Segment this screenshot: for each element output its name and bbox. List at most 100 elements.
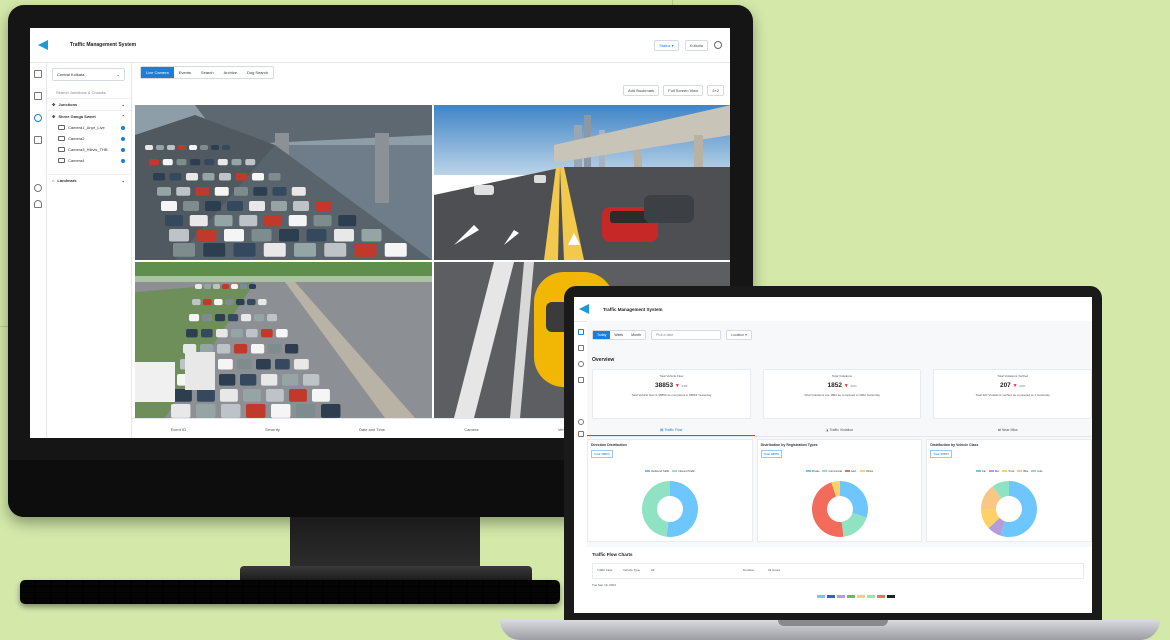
legend-label: Govt. bbox=[850, 470, 857, 473]
vehicle-shape bbox=[249, 201, 265, 211]
legend-swatch bbox=[644, 470, 650, 472]
chevron-down-icon: ⌄ bbox=[121, 102, 125, 107]
legend-swatch bbox=[867, 595, 875, 598]
vehicle-shape bbox=[178, 145, 186, 150]
vehicle-shape bbox=[266, 389, 284, 402]
donut-slice[interactable] bbox=[841, 513, 867, 537]
list-icon[interactable] bbox=[577, 377, 584, 383]
tab-month[interactable]: Month bbox=[627, 331, 645, 339]
camera-item[interactable]: Camera1_Anpr_Live bbox=[46, 122, 131, 133]
vehicle-shape bbox=[186, 173, 198, 181]
legend-label: Inbound Traffic bbox=[678, 470, 695, 473]
legend-item[interactable]: Bus bbox=[988, 470, 999, 473]
legend-item[interactable]: Car bbox=[975, 470, 986, 473]
column-header[interactable]: Date and Time bbox=[359, 427, 385, 432]
tab-dog-search[interactable]: Dog Search bbox=[242, 67, 273, 78]
users-icon[interactable] bbox=[577, 431, 584, 437]
column-header[interactable]: Event ID bbox=[171, 427, 186, 432]
chart-legend: Car Bus Truck Bike Auto bbox=[927, 470, 1091, 473]
summary-cards: Total Vehicle Flow 38853 ▼ 31% Total Veh… bbox=[592, 369, 1092, 419]
camera-feed-2[interactable] bbox=[434, 105, 730, 260]
legend-item[interactable]: Private bbox=[805, 470, 820, 473]
dashboard-icon[interactable] bbox=[34, 70, 42, 78]
tab-archive[interactable]: Archive bbox=[219, 67, 242, 78]
legend-swatch bbox=[827, 595, 835, 598]
history-icon[interactable] bbox=[34, 184, 42, 192]
donut-slice[interactable] bbox=[666, 481, 698, 537]
legend-item[interactable]: Others bbox=[859, 470, 874, 473]
reports-icon[interactable] bbox=[34, 92, 42, 100]
duration-select[interactable]: 24 Hours bbox=[768, 568, 780, 572]
reports-icon[interactable] bbox=[577, 345, 584, 351]
vehicle-shape bbox=[246, 329, 258, 338]
vehicle-shape bbox=[222, 284, 229, 289]
full-screen-button[interactable]: Full Screen View bbox=[663, 85, 704, 96]
tab-near-miss[interactable]: ⇄ Near Miss bbox=[924, 424, 1092, 436]
legend-item[interactable]: Truck bbox=[1002, 470, 1014, 473]
add-bookmark-button[interactable]: Add Bookmark bbox=[623, 85, 660, 96]
camera-item[interactable]: Camera3_Hikvis_THB bbox=[46, 144, 131, 155]
legend-label: Others bbox=[865, 470, 874, 473]
vehicle-shape bbox=[268, 344, 282, 354]
tab-search[interactable]: Search bbox=[196, 67, 219, 78]
column-header[interactable]: Camera bbox=[464, 427, 478, 432]
location-select[interactable]: Central Kolkata ⌄ bbox=[52, 68, 125, 81]
camera-item[interactable]: Camera2 bbox=[46, 133, 131, 144]
camera-icon[interactable] bbox=[577, 361, 584, 367]
donut-slice[interactable] bbox=[839, 481, 868, 518]
tab-live-camera[interactable]: Live Camera bbox=[141, 67, 174, 78]
dashboard-icon[interactable] bbox=[577, 329, 584, 335]
legend-item[interactable]: Inbound Traffic bbox=[672, 470, 695, 473]
camera-label: Camera4 bbox=[68, 158, 85, 163]
location-select[interactable]: Location ▾ bbox=[725, 330, 752, 340]
tree-group-junctions[interactable]: ✥ Junctions ⌄ bbox=[46, 98, 131, 110]
tab-traffic-violation[interactable]: ◮ Traffic Violation bbox=[755, 424, 923, 436]
donut-chart[interactable] bbox=[980, 480, 1038, 538]
history-icon[interactable] bbox=[577, 419, 584, 425]
list-icon[interactable] bbox=[34, 136, 42, 144]
tab-today[interactable]: Today bbox=[593, 331, 611, 339]
legend-item[interactable]: Bike bbox=[1017, 470, 1028, 473]
users-icon[interactable] bbox=[34, 200, 42, 208]
junction-icon: ✥ bbox=[52, 102, 56, 107]
search-input[interactable]: Search Junctions & Chowks bbox=[52, 87, 125, 98]
grid-layout-button[interactable]: 2×2 bbox=[707, 85, 724, 96]
vehicle-shape bbox=[243, 389, 261, 402]
camera-icon[interactable] bbox=[34, 114, 42, 122]
user-icon[interactable] bbox=[714, 41, 722, 49]
camera-feed-1[interactable] bbox=[135, 105, 432, 260]
camera-feed-3[interactable] bbox=[135, 262, 432, 418]
donut-chart[interactable] bbox=[641, 480, 699, 538]
date-picker-input[interactable]: Pick a date bbox=[650, 330, 721, 340]
legend-item[interactable]: Govt. bbox=[844, 470, 857, 473]
vehicle-shape bbox=[293, 201, 309, 211]
vehicle-shape bbox=[253, 187, 268, 196]
tab-week[interactable]: Week bbox=[610, 331, 627, 339]
legend-item[interactable]: Commercial bbox=[822, 470, 842, 473]
column-header[interactable]: Severity bbox=[265, 427, 279, 432]
vehicle-type-select[interactable]: All bbox=[651, 568, 654, 572]
legend-swatch bbox=[844, 470, 850, 472]
vehicle-shape bbox=[183, 201, 199, 211]
tab-traffic-flow[interactable]: ▤ Traffic Flow bbox=[587, 424, 756, 436]
legend-label: Private bbox=[811, 470, 820, 473]
tree-group-landmark[interactable]: ⌂ Landmark ⌄ bbox=[46, 174, 131, 186]
tree-group-label: Junctions bbox=[58, 102, 78, 107]
legend-swatch bbox=[837, 595, 845, 598]
app-title: Traffic Management System bbox=[603, 306, 663, 312]
vehicle-shape bbox=[258, 299, 267, 306]
user-name[interactable]: Kolkata bbox=[684, 39, 708, 51]
vehicle-shape bbox=[321, 404, 341, 418]
legend-item[interactable]: Auto bbox=[1031, 470, 1042, 473]
status-dropdown[interactable]: Status ▾ bbox=[654, 39, 679, 51]
camera-item[interactable]: Camera4 bbox=[46, 155, 131, 166]
donut-chart[interactable] bbox=[811, 480, 869, 538]
legend-item[interactable]: Outbound Traffic bbox=[644, 470, 669, 473]
vehicle-shape bbox=[167, 145, 175, 150]
legend-swatch bbox=[857, 595, 865, 598]
legend-swatch bbox=[877, 595, 885, 598]
tree-group-shree-ganga-sweet[interactable]: ✥ Shree Ganga Sweet ⌃ bbox=[46, 110, 131, 122]
donut-slice[interactable] bbox=[641, 481, 670, 537]
tab-events[interactable]: Events bbox=[174, 67, 196, 78]
legend-swatch bbox=[975, 470, 981, 472]
